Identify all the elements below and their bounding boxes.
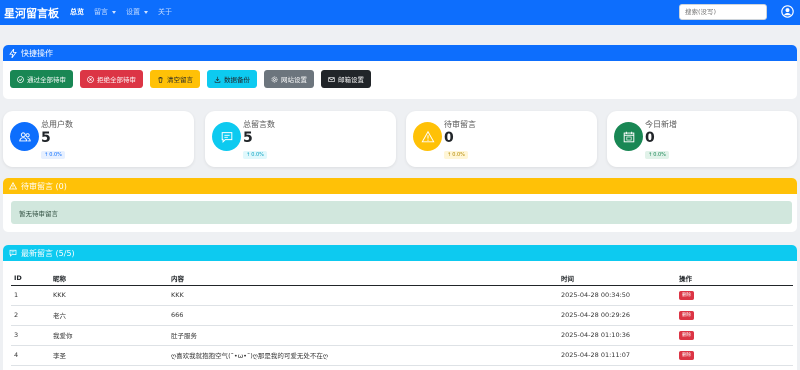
reject-all-button[interactable]: 拒绝全部待审 <box>80 70 143 88</box>
cell-time: 2025-04-28 00:29:26 <box>558 305 676 326</box>
stat-label: 待审留言 <box>444 120 476 129</box>
check-circle-icon <box>17 75 24 83</box>
stat-value: 5 <box>243 130 253 146</box>
quick-actions-card: 快捷操作 通过全部待审 拒绝全部待审 清空留言 数据备份 网站设置 邮箱设置 <box>3 45 797 99</box>
cell-action: 删除 <box>676 325 793 346</box>
download-icon <box>214 76 221 83</box>
latest-messages-card: 最新留言 (5/5) ID 昵称 内容 时间 操作 1 KKK KKK 2025… <box>3 245 797 370</box>
search-input[interactable] <box>679 4 767 20</box>
backup-button[interactable]: 数据备份 <box>207 70 257 88</box>
stat-icon-circle <box>10 122 39 151</box>
quick-actions-title: 快捷操作 <box>21 48 53 58</box>
cell-nickname: 李圣 <box>50 345 168 366</box>
stat-label: 总留言数 <box>243 120 275 129</box>
envelope-icon <box>328 76 335 82</box>
column-header-action: 操作 <box>676 271 793 286</box>
stat-value: 5 <box>41 130 51 146</box>
table-row: 4 李圣 ღ喜欢我就抱抱空气(˘•ω•˘)ღ那是我的可爱无处不在ღ 2025-0… <box>11 345 793 366</box>
site-settings-button[interactable]: 网站设置 <box>264 70 314 88</box>
cell-nickname: 老六 <box>50 305 168 326</box>
approve-all-button[interactable]: 通过全部待审 <box>10 70 73 88</box>
stat-change-badge: ↑ 0.0% <box>41 151 65 159</box>
column-header-id: ID <box>11 271 50 286</box>
delete-button[interactable]: 删除 <box>679 311 694 320</box>
gear-icon <box>271 76 278 82</box>
brand-title[interactable]: 星河留言板 <box>4 5 59 21</box>
nav-messages-dropdown[interactable]: 留言 <box>94 7 116 17</box>
lightning-icon <box>9 48 17 58</box>
stat-value: 0 <box>645 130 655 146</box>
stat-change-badge: ↑ 0.0% <box>444 151 468 159</box>
latest-header: 最新留言 (5/5) <box>3 245 797 261</box>
user-circle-icon[interactable] <box>781 5 794 18</box>
nav-about[interactable]: 关于 <box>158 7 172 17</box>
cell-time: 2025-04-28 01:10:36 <box>558 325 676 346</box>
cell-action: 删除 <box>676 305 793 326</box>
stat-label: 今日新增 <box>645 120 677 129</box>
quick-actions-buttons: 通过全部待审 拒绝全部待审 清空留言 数据备份 网站设置 邮箱设置 <box>10 70 371 88</box>
calendar-icon <box>623 131 634 142</box>
stat-card-total-users: 总用户数 5 ↑ 0.0% <box>3 111 194 167</box>
nav-settings-dropdown[interactable]: 设置 <box>126 7 148 17</box>
cell-id: 3 <box>11 325 50 346</box>
cell-action: 删除 <box>676 345 793 366</box>
chevron-down-icon <box>144 10 148 14</box>
table-row: 3 我爱你 肚子服务 2025-04-28 01:10:36 删除 <box>11 325 793 346</box>
warning-icon <box>420 130 435 142</box>
cell-id: 1 <box>11 285 50 306</box>
table-header-row: ID 昵称 内容 时间 操作 <box>11 271 793 286</box>
email-settings-button[interactable]: 邮箱设置 <box>321 70 371 88</box>
delete-button[interactable]: 删除 <box>679 351 694 360</box>
chat-icon <box>221 131 232 143</box>
delete-button[interactable]: 删除 <box>679 291 694 300</box>
nav-overview[interactable]: 总览 <box>70 7 84 17</box>
cell-content: 666 <box>168 305 558 326</box>
stat-label: 总用户数 <box>41 120 73 129</box>
nav-links: 总览 留言 设置 关于 <box>70 7 172 17</box>
cell-action: 删除 <box>676 285 793 306</box>
column-header-nickname: 昵称 <box>50 271 168 286</box>
table-row: 2 老六 666 2025-04-28 00:29:26 删除 <box>11 305 793 326</box>
messages-table: ID 昵称 内容 时间 操作 1 KKK KKK 2025-04-28 00:3… <box>11 271 793 366</box>
cell-content: ღ喜欢我就抱抱空气(˘•ω•˘)ღ那是我的可爱无处不在ღ <box>168 345 558 366</box>
pending-title: 待审留言 (0) <box>21 181 67 191</box>
stat-change-badge: ↑ 0.0% <box>243 151 267 159</box>
delete-button[interactable]: 删除 <box>679 331 694 340</box>
pending-messages-card: 待审留言 (0) 暂无待审留言 <box>3 178 797 232</box>
stat-card-today-new: 今日新增 0 ↑ 0.0% <box>607 111 797 167</box>
stat-change-badge: ↑ 0.0% <box>645 151 669 159</box>
quick-actions-header: 快捷操作 <box>3 45 797 61</box>
table-row: 1 KKK KKK 2025-04-28 00:34:50 删除 <box>11 285 793 306</box>
clear-messages-button[interactable]: 清空留言 <box>150 70 200 88</box>
chevron-down-icon <box>112 10 116 14</box>
empty-pending-text: 暂无待审留言 <box>19 209 58 218</box>
cell-nickname: KKK <box>50 285 168 306</box>
stat-card-pending-messages: 待审留言 0 ↑ 0.0% <box>406 111 597 167</box>
cell-id: 2 <box>11 305 50 326</box>
column-header-content: 内容 <box>168 271 558 286</box>
cell-content: KKK <box>168 285 558 306</box>
trash-icon <box>158 76 163 83</box>
column-header-time: 时间 <box>558 271 676 286</box>
stat-icon-circle <box>413 122 442 151</box>
cell-time: 2025-04-28 01:11:07 <box>558 345 676 366</box>
chat-icon <box>9 249 17 257</box>
stat-icon-circle <box>614 122 643 151</box>
pending-header: 待审留言 (0) <box>3 178 797 194</box>
cell-content: 肚子服务 <box>168 325 558 346</box>
warning-icon <box>9 182 17 190</box>
empty-pending-alert: 暂无待审留言 <box>11 201 792 224</box>
latest-title: 最新留言 (5/5) <box>21 248 75 258</box>
cell-id: 4 <box>11 345 50 366</box>
cell-nickname: 我爱你 <box>50 325 168 346</box>
stat-value: 0 <box>444 130 454 146</box>
cell-time: 2025-04-28 00:34:50 <box>558 285 676 306</box>
stat-card-total-messages: 总留言数 5 ↑ 0.0% <box>205 111 396 167</box>
stat-icon-circle <box>212 122 241 151</box>
x-circle-icon <box>87 75 94 83</box>
top-navbar: 星河留言板 总览 留言 设置 关于 <box>0 0 800 25</box>
users-icon <box>18 131 31 141</box>
